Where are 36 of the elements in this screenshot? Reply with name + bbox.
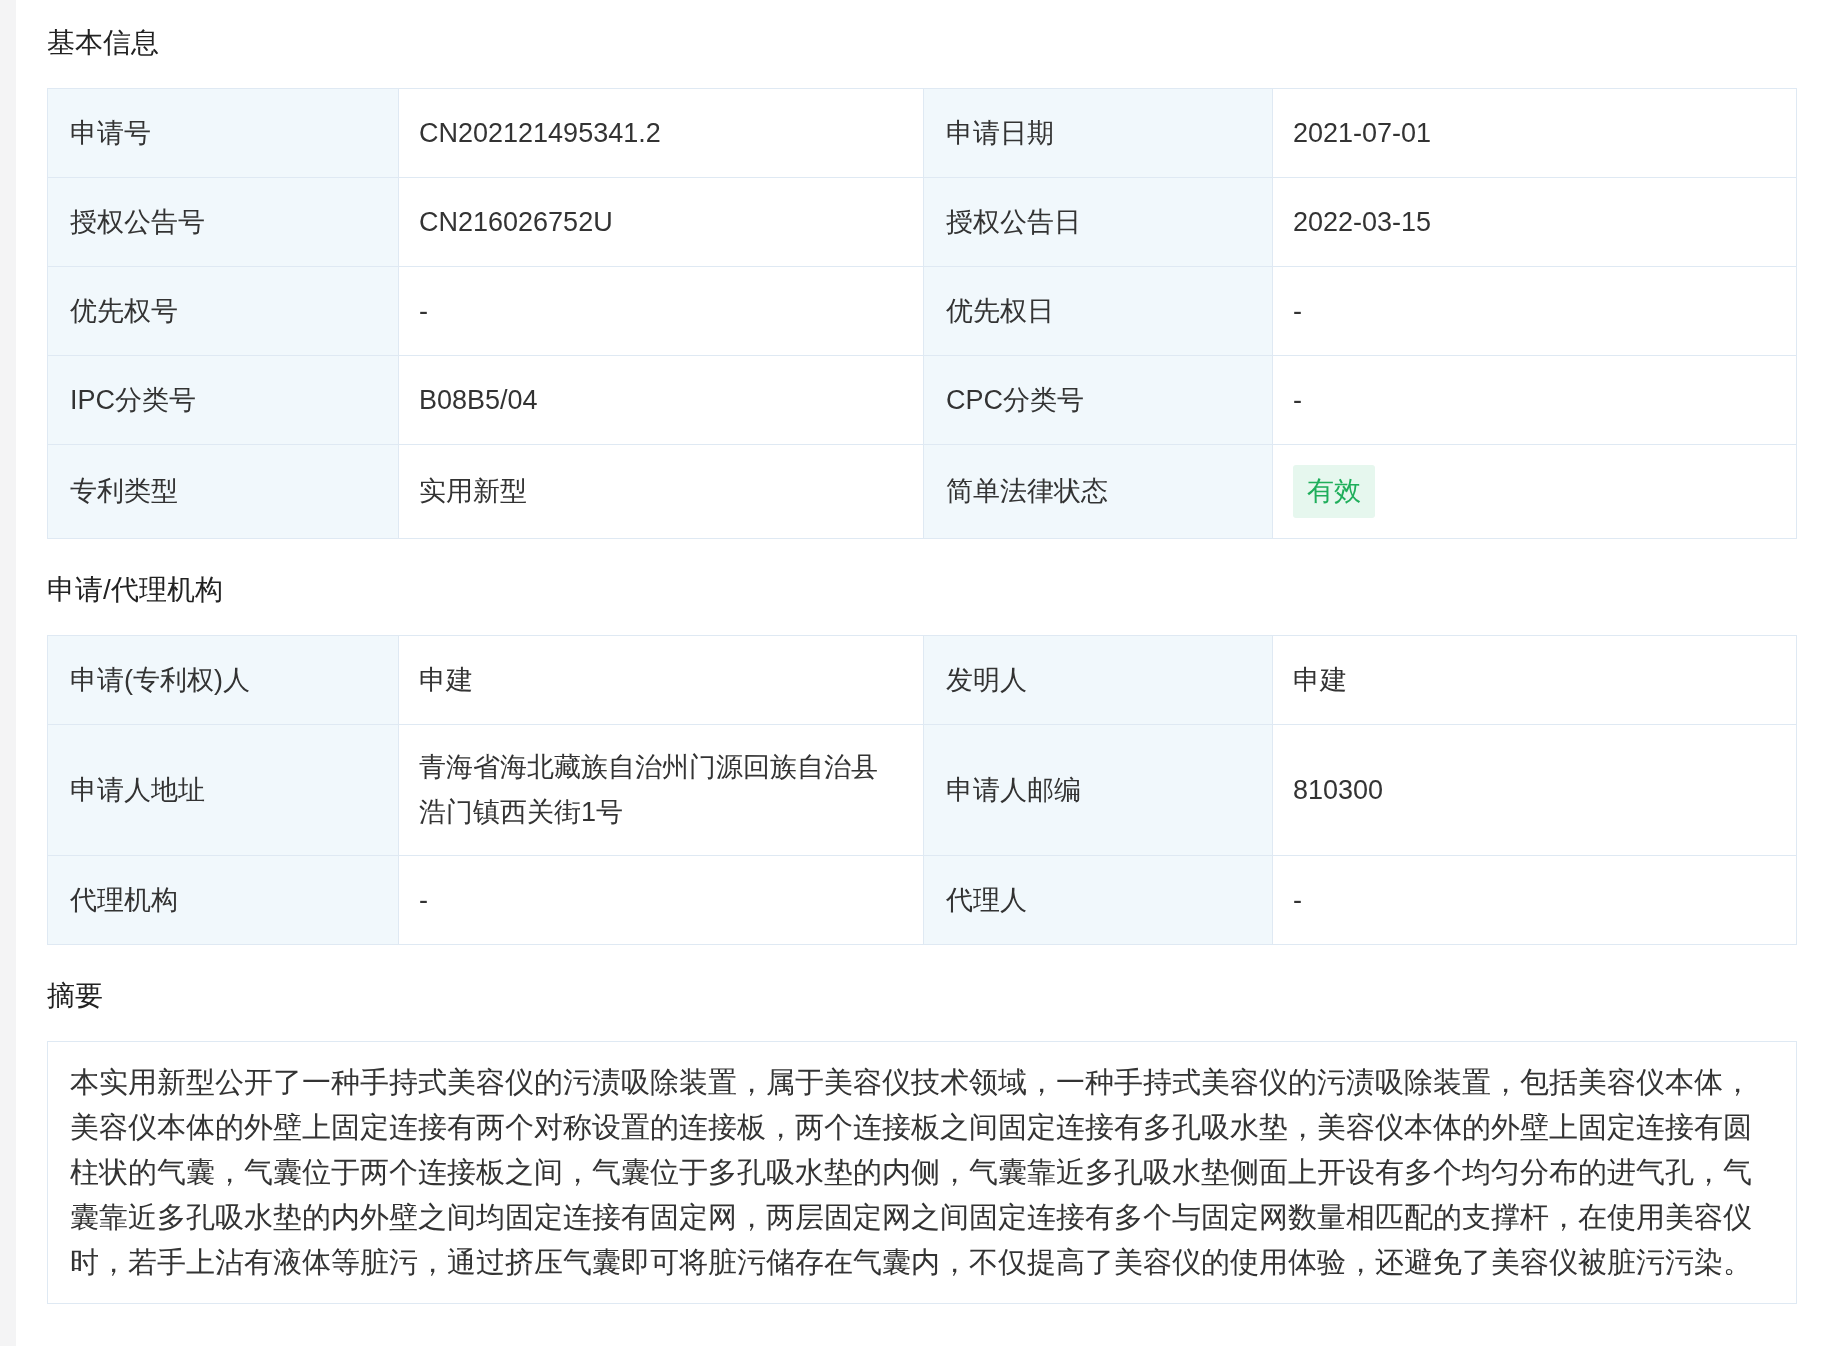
field-label: 申请人地址 [70,773,205,807]
section-heading: 基本信息 [47,26,160,60]
field-label: 代理机构 [70,883,178,917]
field-value: CN202121495341.2 [419,116,661,150]
field-value: - [1293,383,1302,417]
field-value: 2021-07-01 [1293,116,1432,150]
field-value: - [419,294,428,328]
field-label: 专利类型 [70,475,178,509]
status-badge: 有效 [1293,465,1375,518]
field-value: 810300 [1293,773,1384,807]
field-label: 简单法律状态 [946,475,1108,509]
field-label: 代理人 [946,883,1027,917]
abstract-text: 本实用新型公开了一种手持式美容仪的污渍吸除装置，属于美容仪技术领域，一种手持式美容仪的污渍吸除装置，包括美容仪本体，美容仪本体的外壁上固定连接有两个对称设置的连接板，两个连接板之间固定连接有多孔吸水垫，美容仪本体的外壁上固定连接有圆柱状的气囊，气囊位于两个连接板之间，气囊位于多孔吸水垫的内侧，气囊靠近多孔吸水垫侧面上开设有多个均匀分布的进气孔，气囊靠近多孔吸水垫的内外壁之间均固定连接有固定网，两层固定网之间固定连接有多个与固定网数量相匹配的支撑杆，在使用美容仪时，若手上沾有液体等脏污，通过挤压气囊即可将脏污储存在气囊内，不仅提高了美容仪的使用体验，还避免了美容仪被脏污污染。 [70,1065,1753,1280]
field-value: - [1293,294,1302,328]
field-label: 申请号 [70,116,151,150]
field-label: 申请人邮编 [946,773,1081,807]
field-label: 授权公告日 [946,205,1081,239]
field-value: - [1293,883,1302,917]
field-label: 发明人 [946,663,1027,697]
field-label: 申请(专利权)人 [70,663,250,697]
field-label: CPC分类号 [946,383,1084,417]
field-value: - [419,883,428,917]
section-heading: 申请/代理机构 [47,573,224,607]
field-label: 授权公告号 [70,205,205,239]
field-value: 青海省海北藏族自治州门源回族自治县浩门镇西关街1号 [419,751,879,829]
field-value: 2022-03-15 [1293,205,1432,239]
field-value: 申建 [1293,663,1347,697]
section-heading: 摘要 [47,979,104,1013]
field-label: 优先权日 [946,294,1054,328]
field-value: CN216026752U [419,205,613,239]
field-value: B08B5/04 [419,383,538,417]
field-label: IPC分类号 [70,383,196,417]
field-label: 申请日期 [946,116,1054,150]
field-value: 实用新型 [419,475,527,508]
field-value: 申建 [419,663,473,697]
field-label: 优先权号 [70,294,178,328]
